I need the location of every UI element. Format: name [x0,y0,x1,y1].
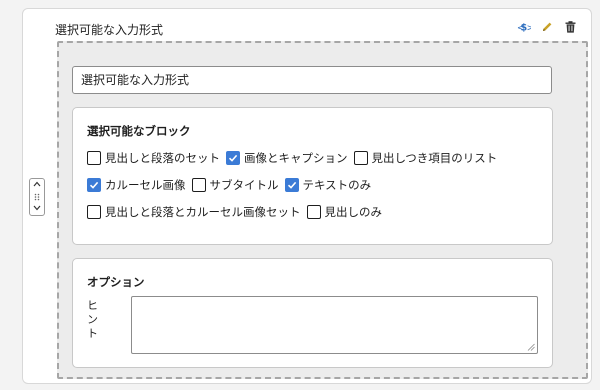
checkbox[interactable] [306,205,321,219]
checkbox[interactable] [284,178,299,192]
checkbox-item[interactable]: サブタイトル [191,177,279,193]
block-mover [29,178,45,216]
options-panel: オプション ヒント [72,258,553,368]
hint-label: ヒント [87,299,98,340]
checkbox-label: 見出しつき項目のリスト [371,151,498,165]
checkbox-row: 見出しと段落とカルーセル画像セット 見出しのみ [87,204,388,220]
checkbox-item[interactable]: 画像とキャプション [226,150,348,166]
hint-textarea[interactable] [131,296,538,354]
checkbox-label: 画像とキャプション [244,151,348,165]
checkbox-row: カルーセル画像 サブタイトル テキストのみ [87,177,377,193]
checkbox[interactable] [87,178,101,192]
pencil-icon[interactable] [540,19,554,35]
checkbox-item[interactable]: 見出しのみ [306,204,383,220]
move-up-icon[interactable] [33,181,41,189]
checkbox-item[interactable]: テキストのみ [284,177,372,193]
checkbox-row: 見出しと段落のセット 画像とキャプション 見出しつき項目のリスト [87,150,503,166]
block-content-area: 選択可能な入力形式 選択可能なブロック 見出しと段落のセット 画像とキャプション… [57,41,588,379]
block-title: 選択可能な入力形式 [55,23,164,37]
checkbox-item[interactable]: 見出しと段落とカルーセル画像セット [87,204,301,220]
selectable-blocks-heading: 選択可能なブロック [87,124,191,138]
checkbox-label: カルーセル画像 [105,178,186,192]
svg-text:>: > [527,24,531,34]
options-heading: オプション [87,275,145,289]
checkbox-label: サブタイトル [209,178,279,192]
checkbox-item[interactable]: カルーセル画像 [87,177,186,193]
checkbox-label: 見出しと段落のセット [105,151,220,165]
checkbox[interactable] [353,151,368,165]
block-toolbar: < $ > [517,19,577,35]
checkbox-label: 見出しと段落とカルーセル画像セット [105,205,301,219]
dollar-brace-icon[interactable]: < $ > [517,19,531,35]
selectable-blocks-panel: 選択可能なブロック 見出しと段落のセット 画像とキャプション 見出しつき項目のリ… [72,107,553,245]
checkbox[interactable] [226,151,240,165]
checkbox-item[interactable]: 見出しと段落のセット [87,150,220,166]
title-input[interactable]: 選択可能な入力形式 [72,66,552,94]
checkbox[interactable] [87,205,101,219]
resize-handle-icon[interactable] [527,343,535,351]
field-block-card: 選択可能な入力形式 < $ > 選択可能な入力形式 [22,8,592,384]
move-down-icon[interactable] [33,205,41,213]
checkbox-label: 見出しのみ [324,205,383,219]
drag-handle-icon[interactable] [34,193,40,202]
checkbox[interactable] [191,178,206,192]
trash-icon[interactable] [563,19,577,35]
checkbox[interactable] [87,151,101,165]
checkbox-label: テキストのみ [302,178,372,192]
checkbox-item[interactable]: 見出しつき項目のリスト [353,150,498,166]
